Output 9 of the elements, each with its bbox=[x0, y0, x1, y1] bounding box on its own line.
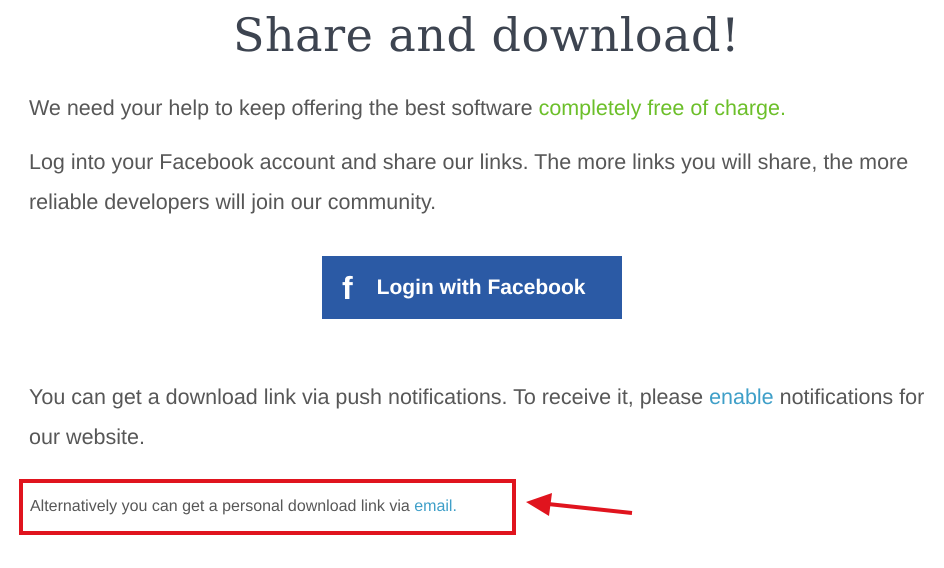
body-text: Alternatively you can get a personal download link via email. bbox=[30, 497, 457, 517]
text-link[interactable]: enable bbox=[709, 385, 774, 409]
body-text: We need your help to keep offering the best software completely free of charge. bbox=[29, 95, 787, 122]
facebook-icon: f bbox=[342, 272, 353, 304]
body-text: You can get a download link via push notifications. To receive it, please enable notifications for our website. bbox=[29, 384, 926, 451]
text-link[interactable]: email. bbox=[414, 498, 457, 515]
body-text: Log into your Facebook account and share our links. The more links you will share, the more reliable developers will join our community. bbox=[29, 149, 910, 216]
facebook-login-button[interactable]: f Login with Facebook bbox=[322, 256, 622, 319]
page-title: Share and download! bbox=[232, 7, 741, 64]
